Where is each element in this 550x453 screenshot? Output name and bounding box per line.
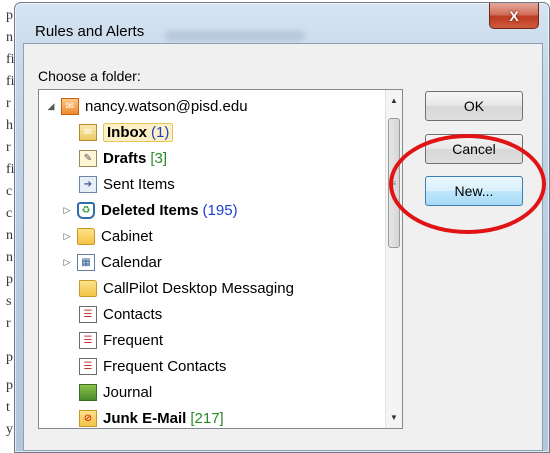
tree-item-journal[interactable]: Journal [79, 379, 402, 405]
tree-item-label: Contacts [103, 305, 163, 323]
tree-item-cabinet[interactable]: ▷ Cabinet [61, 223, 402, 249]
choose-folder-label: Choose a folder: [38, 68, 141, 84]
folder-icon [79, 279, 97, 297]
dialog-client-area: Choose a folder: ◢ ✉ nancy.watson@pisd.e… [23, 43, 543, 451]
expand-arrow-icon[interactable]: ▷ [61, 231, 73, 242]
contacts-icon: ☰ [79, 305, 97, 323]
tree-item-label: Deleted Items [101, 201, 199, 219]
tree-item-frequent[interactable]: ☰ Frequent [79, 327, 402, 353]
scroll-thumb[interactable]: ≡ [388, 118, 400, 248]
tree-item-label: Journal [103, 383, 153, 401]
vertical-scrollbar[interactable]: ▲ ≡ ▼ [385, 90, 402, 428]
inbox-icon: ✉ [79, 123, 97, 141]
expand-arrow-icon[interactable]: ▷ [61, 205, 73, 216]
folder-icon [77, 227, 95, 245]
tree-item-frequent-contacts[interactable]: ☰ Frequent Contacts [79, 353, 402, 379]
expand-arrow-icon[interactable]: ▷ [61, 257, 73, 268]
tree-item-deleted-items[interactable]: ▷ ♻ Deleted Items (195) [61, 197, 402, 223]
tree-item-mailbox[interactable]: ◢ ✉ nancy.watson@pisd.edu [45, 93, 390, 119]
collapse-arrow-icon[interactable]: ◢ [45, 101, 57, 112]
item-count: [217] [190, 409, 224, 427]
tree-item-inbox[interactable]: ✉ Inbox (1) [79, 119, 402, 145]
tree-item-label: Inbox [107, 123, 147, 141]
unread-count: (195) [202, 201, 238, 219]
tree-item-label: Calendar [101, 253, 162, 271]
deleted-items-icon: ♻ [77, 201, 95, 219]
scroll-down-arrow-icon[interactable]: ▼ [386, 409, 402, 426]
blurred-caption [165, 31, 305, 41]
ok-button[interactable]: OK [425, 91, 523, 121]
calendar-icon: ▦ [77, 253, 95, 271]
tree-item-label: Drafts [103, 149, 147, 167]
journal-icon [79, 383, 97, 401]
tree-item-label: Frequent [103, 331, 164, 349]
rules-and-alerts-dialog: Rules and Alerts X Choose a folder: ◢ ✉ … [14, 2, 550, 453]
folder-tree[interactable]: ◢ ✉ nancy.watson@pisd.edu ✉ Inbox (1) ✎ D… [38, 89, 403, 429]
unread-count: (1) [151, 123, 170, 141]
dialog-title: Rules and Alerts [35, 23, 145, 40]
tree-item-callpilot[interactable]: CallPilot Desktop Messaging [79, 275, 402, 301]
tree-item-label: Junk E-Mail [103, 409, 187, 427]
mailbox-icon: ✉ [61, 97, 79, 115]
drafts-icon: ✎ [79, 149, 97, 167]
contacts-icon: ☰ [79, 357, 97, 375]
tree-item-label: CallPilot Desktop Messaging [103, 279, 294, 297]
scroll-up-arrow-icon[interactable]: ▲ [386, 92, 402, 109]
new-button[interactable]: New... [425, 176, 523, 206]
contacts-icon: ☰ [79, 331, 97, 349]
tree-item-calendar[interactable]: ▷ ▦ Calendar [61, 249, 402, 275]
tree-item-contacts[interactable]: ☰ Contacts [79, 301, 402, 327]
item-count: [3] [150, 149, 168, 167]
title-bar[interactable]: Rules and Alerts X [15, 3, 549, 43]
junk-email-icon: ⊘ [79, 409, 97, 427]
tree-item-label: Frequent Contacts [103, 357, 227, 375]
tree-item-label: Cabinet [101, 227, 153, 245]
tree-item-sent-items[interactable]: ➔ Sent Items [79, 171, 402, 197]
tree-item-junk-email[interactable]: ⊘ Junk E-Mail [217] [79, 405, 402, 428]
tree-item-label: nancy.watson@pisd.edu [85, 97, 248, 115]
tree-item-drafts[interactable]: ✎ Drafts [3] [79, 145, 402, 171]
close-button[interactable]: X [489, 3, 539, 29]
cancel-button[interactable]: Cancel [425, 134, 523, 164]
close-icon: X [509, 7, 519, 24]
sent-items-icon: ➔ [79, 175, 97, 193]
tree-item-label: Sent Items [103, 175, 175, 193]
